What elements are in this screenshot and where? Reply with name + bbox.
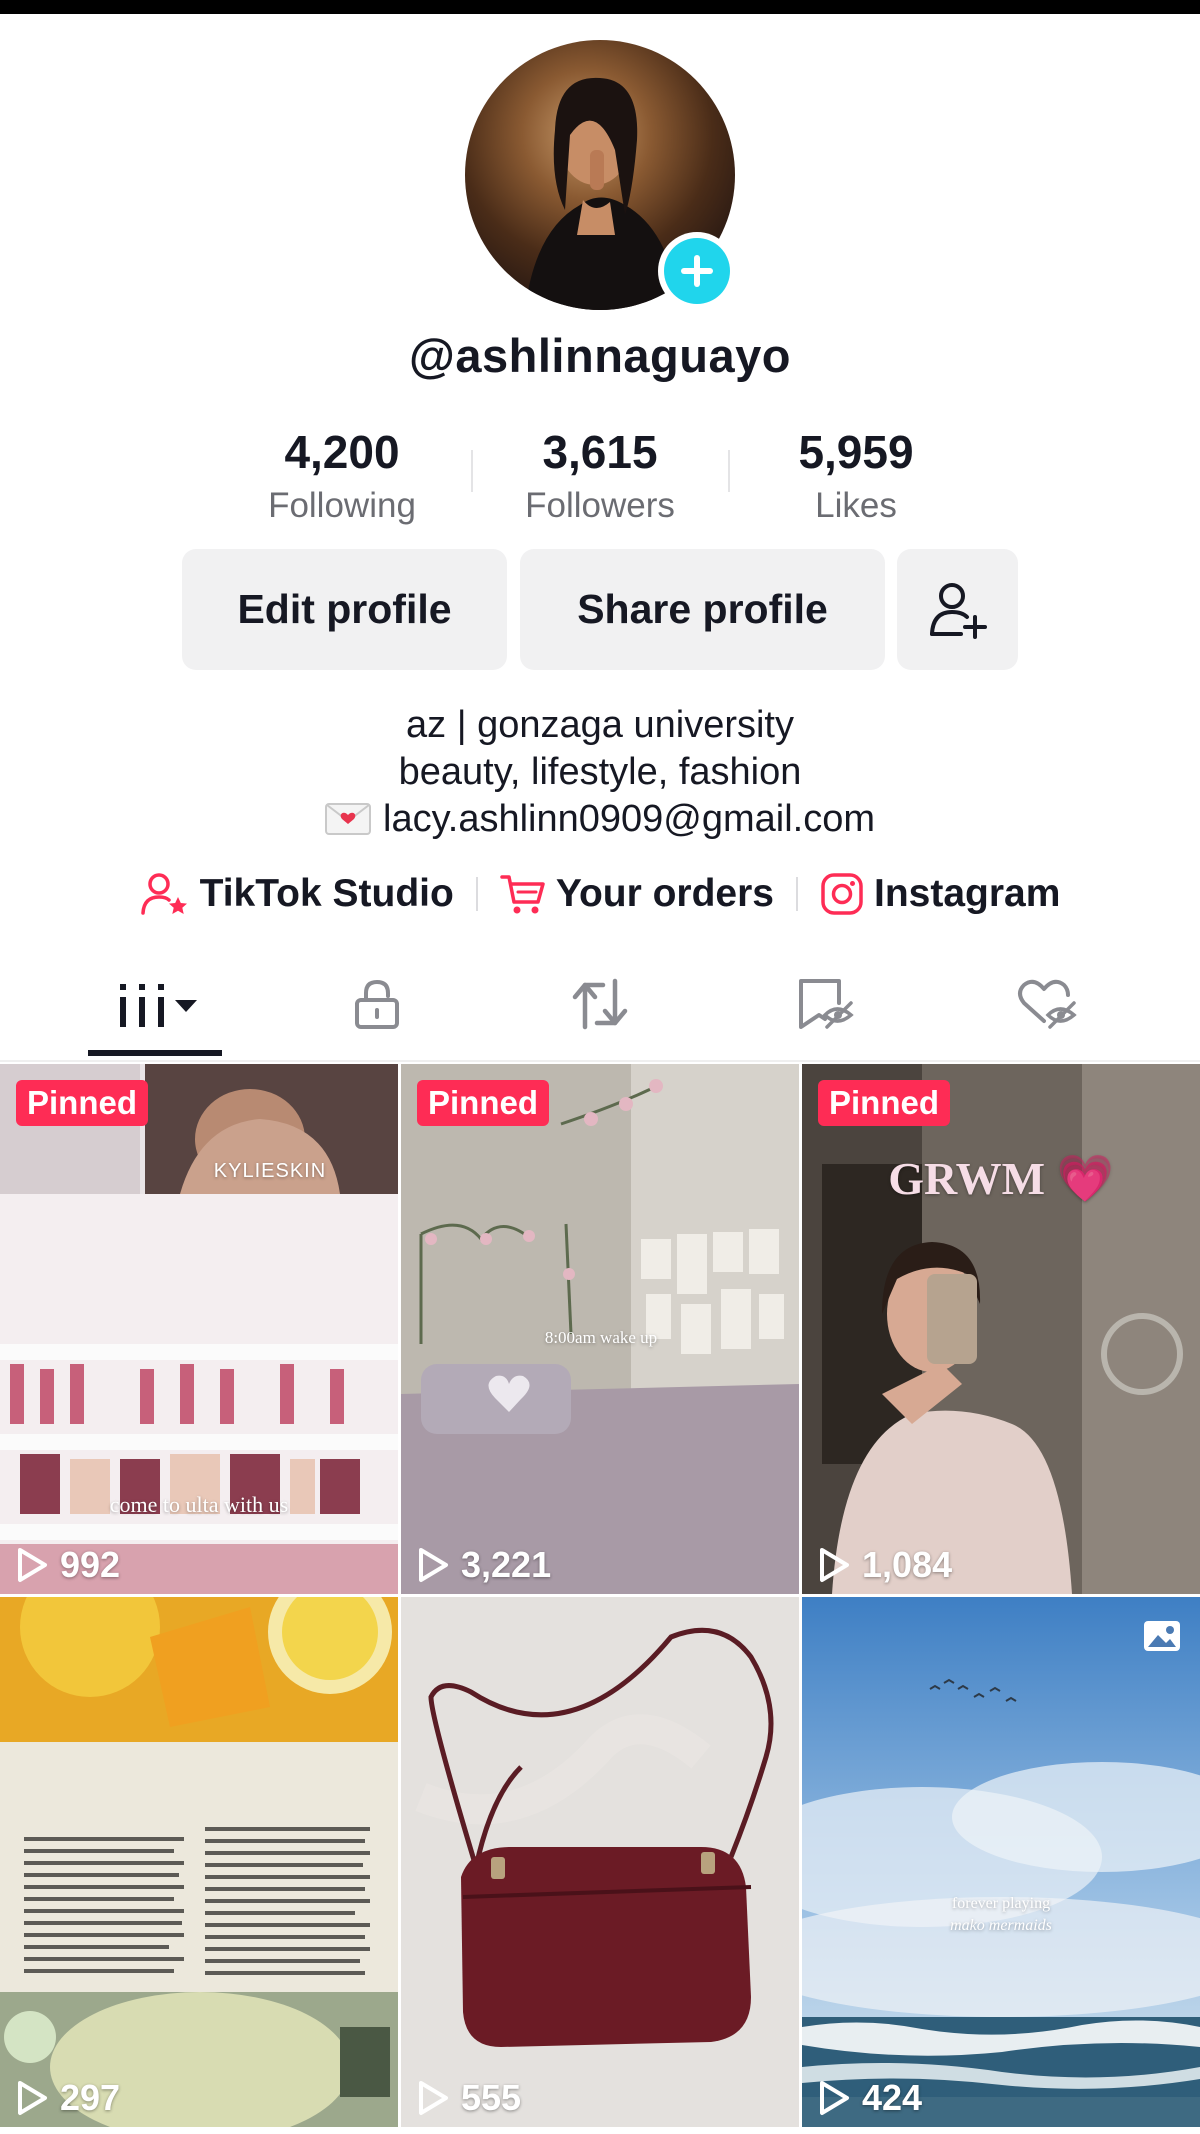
tab-private[interactable]	[312, 950, 442, 1058]
profile-tabs	[0, 950, 1200, 1062]
view-count-value: 424	[862, 2077, 923, 2118]
video-thumbnail[interactable]: KYLIESKIN come to ulta with us Pinned 99…	[0, 1064, 398, 1594]
link-your-orders[interactable]: Your orders	[500, 872, 774, 916]
video-thumbnail[interactable]: forever playing mako mermaids 424	[802, 1597, 1200, 2127]
add-friend-button[interactable]	[897, 549, 1018, 670]
view-count-value: 555	[461, 2077, 522, 2118]
video-thumbnail[interactable]: 297	[0, 1597, 398, 2127]
stat-likes[interactable]: 5,959 Likes	[746, 420, 966, 528]
view-count-value: 1,084	[862, 1544, 953, 1585]
link-your-orders-label: Your orders	[555, 872, 774, 915]
link-instagram[interactable]: Instagram	[820, 872, 1060, 916]
chevron-down-icon	[175, 1000, 197, 1012]
video-thumbnail-image	[802, 1064, 1200, 1594]
video-caption: come to ulta with us	[109, 1492, 289, 1517]
pinned-badge: Pinned	[818, 1080, 951, 1126]
video-caption-line1: forever playing	[951, 1895, 1051, 1912]
view-count: 992	[16, 1544, 120, 1586]
bio-line-1: az | gonzaga university	[406, 704, 794, 746]
view-count: 1,084	[818, 1544, 952, 1586]
tab-liked[interactable]	[982, 950, 1112, 1058]
tab-reposts[interactable]	[535, 950, 665, 1058]
person-star-icon	[140, 873, 187, 915]
view-count: 424	[818, 2077, 922, 2119]
play-icon	[419, 2081, 448, 2115]
bio-line-2: beauty, lifestyle, fashion	[398, 751, 802, 793]
stat-following-label: Following	[268, 486, 416, 525]
link-tiktok-studio[interactable]: TikTok Studio	[140, 871, 454, 917]
video-grid: KYLIESKIN come to ulta with us Pinned 99…	[0, 1064, 1200, 2134]
stat-divider	[471, 450, 473, 492]
play-icon	[820, 1548, 849, 1582]
link-divider	[795, 877, 798, 911]
view-count-value: 297	[60, 2077, 121, 2118]
share-profile-button[interactable]: Share profile	[520, 549, 885, 670]
stat-following[interactable]: 4,200 Following	[232, 420, 452, 528]
plus-icon	[664, 238, 730, 304]
play-icon	[18, 2081, 47, 2115]
tab-favorites[interactable]	[760, 950, 890, 1058]
love-letter-icon	[325, 800, 371, 835]
profile-links: TikTok Studio Your orders Instagram	[0, 864, 1200, 924]
view-count: 3,221	[417, 1544, 551, 1586]
stats-row: 4,200 Following 3,615 Followers 5,959 Li…	[0, 420, 1200, 530]
play-icon	[419, 1548, 448, 1582]
email-text: lacy.ashlinn0909@gmail.com	[383, 798, 875, 840]
cart-icon	[500, 875, 545, 914]
play-icon	[820, 2081, 849, 2115]
stat-following-value: 4,200	[284, 426, 400, 478]
video-thumbnail[interactable]: 8:00am wake up Pinned 3,221	[401, 1064, 799, 1594]
status-bar	[0, 0, 1200, 14]
bio: az | gonzaga university beauty, lifestyl…	[0, 702, 1200, 843]
video-thumbnail[interactable]: 555	[401, 1597, 799, 2127]
link-divider	[475, 877, 478, 911]
add-person-icon	[929, 582, 987, 639]
stat-followers[interactable]: 3,615 Followers	[490, 420, 710, 528]
repost-icon	[572, 978, 628, 1030]
link-instagram-label: Instagram	[873, 872, 1061, 915]
stat-likes-label: Likes	[815, 486, 897, 525]
pinned-badge: Pinned	[16, 1080, 149, 1126]
video-thumbnail-image	[0, 1597, 398, 2127]
video-thumbnail-image	[401, 1597, 799, 2127]
stat-divider	[728, 450, 730, 492]
link-tiktok-studio-label: TikTok Studio	[199, 872, 454, 915]
bookmark-hidden-icon	[799, 979, 854, 1029]
video-thumbnail[interactable]: GRWM 💗 Pinned 1,084	[802, 1064, 1200, 1594]
stat-likes-value: 5,959	[798, 426, 914, 478]
view-count-value: 992	[60, 1544, 121, 1585]
pinned-badge: Pinned	[417, 1080, 550, 1126]
heart-hidden-icon	[1018, 979, 1077, 1029]
stat-followers-label: Followers	[525, 486, 675, 525]
play-icon	[18, 1548, 47, 1582]
active-tab-indicator	[88, 1050, 222, 1056]
add-story-button[interactable]	[658, 232, 736, 310]
photo-icon	[1142, 1619, 1182, 1658]
bio-line-email: lacy.ashlinn0909@gmail.com	[0, 796, 1200, 843]
stat-followers-value: 3,615	[542, 426, 658, 478]
lock-icon	[355, 979, 399, 1029]
instagram-icon	[821, 873, 863, 915]
view-count: 297	[16, 2077, 120, 2119]
view-count-value: 3,221	[461, 1544, 552, 1585]
username: @ashlinnaguayo	[409, 329, 791, 382]
avatar-container[interactable]	[465, 40, 736, 310]
view-count: 555	[417, 2077, 521, 2119]
edit-profile-button[interactable]: Edit profile	[182, 549, 507, 670]
tab-videos[interactable]	[90, 950, 220, 1058]
video-caption: 8:00am wake up	[544, 1328, 658, 1347]
video-caption: GRWM 💗	[888, 1153, 1114, 1204]
video-thumbnail-image	[802, 1597, 1200, 2127]
video-caption-line2: mako mermaids	[950, 1917, 1052, 1934]
grid-icon	[120, 984, 197, 1027]
video-sign-text: KYLIESKIN	[213, 1160, 327, 1182]
